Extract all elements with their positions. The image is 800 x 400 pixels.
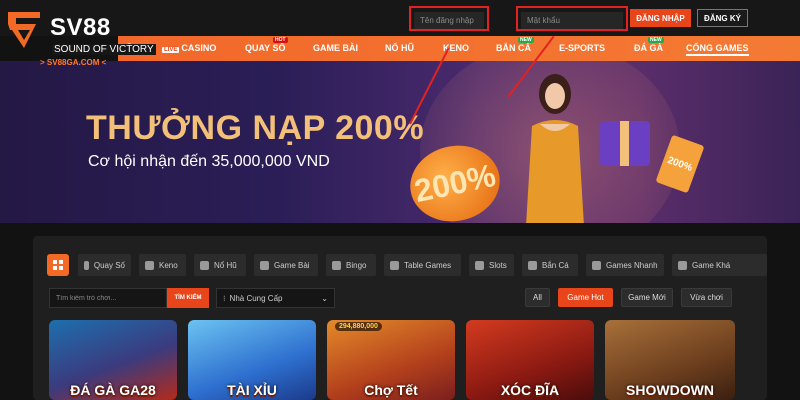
nav-item-quay-so[interactable]: QUAY SỐ HOT	[245, 37, 288, 53]
category-label: Keno	[159, 260, 178, 270]
keno-icon	[145, 260, 154, 270]
nav-item-cong-games[interactable]: CỔNG GAMES	[686, 43, 749, 56]
nav-item-casino[interactable]: LIVE CASINO	[162, 43, 216, 53]
category-label: Game Bài	[274, 260, 310, 270]
new-badge: NEW	[518, 37, 534, 43]
table-icon	[390, 260, 399, 270]
category-game-khac[interactable]: Game Khá	[672, 254, 767, 276]
jackpot-icon	[200, 260, 209, 270]
gift-box-icon	[600, 121, 650, 166]
register-button[interactable]: ĐĂNG KÝ	[697, 9, 748, 27]
password-field-highlight	[516, 6, 628, 31]
password-field[interactable]	[521, 12, 623, 29]
category-label: Table Games	[404, 260, 452, 270]
live-badge: LIVE	[162, 47, 180, 53]
username-field[interactable]	[414, 12, 484, 29]
banner-title: THƯỞNG NẠP 200%	[86, 109, 425, 147]
provider-dropdown[interactable]: ⁝ Nhà Cung Cấp ⌄	[216, 288, 335, 308]
page: SV88 ĐĂNG NHẬP ĐĂNG KÝ SOUND OF VICTORY …	[0, 0, 800, 400]
category-table-games[interactable]: Table Games	[384, 254, 461, 276]
nav-item-e-sports[interactable]: E-SPORTS	[559, 43, 605, 53]
lottery-icon	[84, 260, 89, 270]
nav-item-label: BẮN CÁ	[496, 43, 531, 53]
main-nav: ĐỀ LIVECASINO QUAY SỐHOT GAME BÀI NỔ HŨ …	[118, 36, 800, 61]
domain-label: > SV88GA.COM <	[40, 58, 107, 67]
cards-icon	[260, 260, 269, 270]
category-keno[interactable]: Keno	[139, 254, 186, 276]
category-label: Games Nhanh	[606, 260, 658, 270]
nav-item-da-ga[interactable]: ĐÁ GÀ NEW	[634, 37, 664, 53]
category-label: Nổ Hũ	[214, 260, 237, 270]
provider-icon: ⁝	[223, 293, 226, 303]
game-search-input[interactable]	[49, 288, 167, 308]
hot-badge: HOT	[273, 37, 288, 43]
promo-banner[interactable]: THƯỞNG NẠP 200% Cơ hội nhận đến 35,000,0…	[0, 61, 800, 223]
game-title: TÀI XỈU	[227, 382, 277, 398]
grid-view-button[interactable]	[47, 254, 69, 276]
category-slots[interactable]: Slots	[469, 254, 514, 276]
filter-vua-choi[interactable]: Vừa chơi	[681, 288, 732, 307]
games-panel: Quay Số Keno Nổ Hũ Game Bài Bingo Table …	[33, 236, 767, 400]
login-button[interactable]: ĐĂNG NHẬP	[630, 9, 691, 27]
bingo-icon	[332, 260, 341, 270]
game-card-cho-tet[interactable]: 294,880,000 Chợ Tết	[327, 320, 455, 400]
category-label: Bắn Cá	[542, 260, 569, 270]
filter-all[interactable]: All	[525, 288, 550, 307]
category-label: Game Khá	[692, 260, 731, 270]
filter-game-moi[interactable]: Game Mới	[621, 288, 673, 307]
game-title: Chợ Tết	[364, 382, 418, 398]
new-badge: NEW	[648, 37, 664, 43]
category-game-bai[interactable]: Game Bài	[254, 254, 318, 276]
game-card-tai-xiu[interactable]: TÀI XỈU	[188, 320, 316, 400]
game-card-xoc-dia[interactable]: XÓC ĐĨA	[466, 320, 594, 400]
category-label: Bingo	[346, 260, 367, 270]
sv88-logo-icon[interactable]	[6, 10, 42, 50]
game-title: ĐÁ GÀ GA28	[70, 382, 156, 398]
slots-icon	[475, 260, 484, 270]
grid-icon	[53, 260, 63, 270]
brand-tagline: SOUND OF VICTORY	[52, 44, 156, 55]
fish-icon	[528, 260, 537, 270]
nav-item-label: ĐÁ GÀ	[634, 43, 663, 53]
game-title: SHOWDOWN	[626, 382, 714, 398]
nav-item-label: QUAY SỐ	[245, 43, 286, 53]
puzzle-icon	[678, 260, 687, 270]
nav-item-ban-ca[interactable]: BẮN CÁ NEW	[496, 37, 534, 53]
provider-label: Nhà Cung Cấp	[229, 293, 283, 303]
username-field-highlight	[409, 6, 489, 31]
nav-item-game-bai[interactable]: GAME BÀI	[313, 43, 358, 53]
banner-subtitle: Cơ hội nhận đến 35,000,000 VND	[88, 153, 330, 170]
category-tabs: Quay Số Keno Nổ Hũ Game Bài Bingo Table …	[47, 254, 767, 276]
search-button[interactable]: TÌM KIẾM	[167, 288, 209, 308]
chevron-down-icon: ⌄	[321, 293, 328, 303]
category-ban-ca[interactable]: Bắn Cá	[522, 254, 578, 276]
category-label: Quay Số	[93, 260, 125, 270]
top-bar: SV88 ĐĂNG NHẬP ĐĂNG KÝ	[0, 0, 800, 48]
game-card-showdown[interactable]: SHOWDOWN	[605, 320, 735, 400]
jackpot-amount: 294,880,000	[335, 322, 382, 331]
nav-item-no-hu[interactable]: NỔ HŨ	[385, 43, 414, 53]
filter-game-hot[interactable]: Game Hot	[558, 288, 613, 307]
category-label: Slots	[489, 260, 507, 270]
promo-model-illustration	[526, 74, 584, 223]
rocket-icon	[592, 260, 601, 270]
category-quay-so[interactable]: Quay Số	[78, 254, 131, 276]
game-card-da-ga[interactable]: ĐÁ GÀ GA28	[49, 320, 177, 400]
category-games-nhanh[interactable]: Games Nhanh	[586, 254, 664, 276]
nav-item-label: CASINO	[181, 43, 217, 53]
game-title: XÓC ĐĨA	[500, 382, 560, 398]
category-no-hu[interactable]: Nổ Hũ	[194, 254, 246, 276]
brand-name[interactable]: SV88	[50, 14, 111, 42]
category-bingo[interactable]: Bingo	[326, 254, 376, 276]
